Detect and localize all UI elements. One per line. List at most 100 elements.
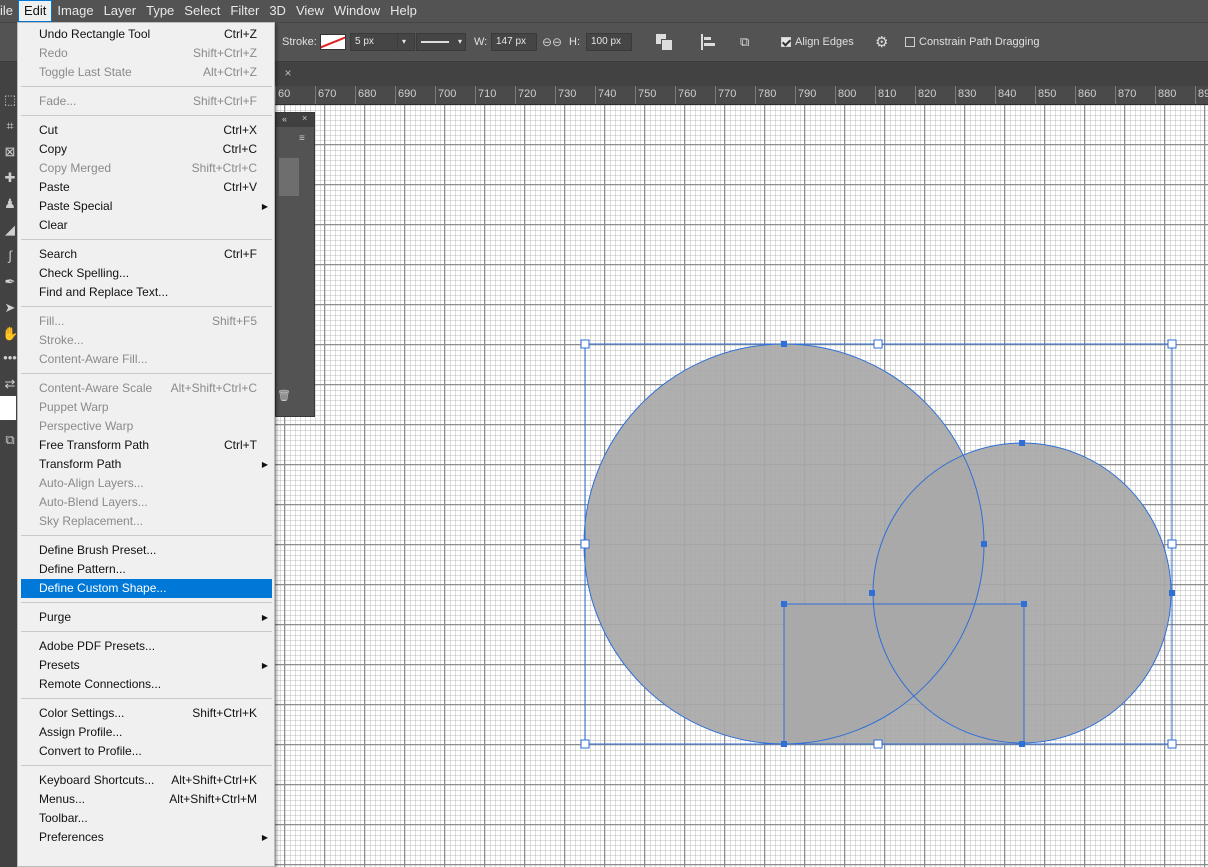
trash-icon[interactable]: 🗑 bbox=[277, 389, 291, 402]
menu-item-label: Transform Path bbox=[39, 457, 122, 471]
menu-item-shortcut: Ctrl+T bbox=[224, 438, 257, 452]
shape-layer[interactable] bbox=[275, 105, 1208, 867]
menu-select[interactable]: Select bbox=[179, 0, 225, 22]
more-icon[interactable]: ••• bbox=[2, 350, 18, 366]
menu-item-toolbar[interactable]: Toolbar... bbox=[21, 809, 272, 828]
menu-item-paste[interactable]: Paste Ctrl+V bbox=[21, 178, 272, 197]
gear-icon[interactable]: ⚙ bbox=[875, 33, 888, 51]
path-select-icon[interactable]: ➤ bbox=[2, 300, 18, 316]
menu-image[interactable]: Image bbox=[52, 0, 98, 22]
menu-item-transform-path[interactable]: Transform Path ▶ bbox=[21, 455, 272, 474]
menu-item-shortcut: Alt+Shift+Ctrl+K bbox=[171, 773, 257, 787]
pen-icon[interactable]: ✒ bbox=[2, 274, 18, 290]
stroke-width-input[interactable]: 5 px bbox=[350, 33, 398, 51]
menu-item-preferences[interactable]: Preferences ▶ bbox=[21, 828, 272, 847]
link-icon[interactable]: ⊖⊖ bbox=[542, 35, 562, 49]
marquee-icon[interactable]: ⬚ bbox=[2, 92, 18, 108]
ruler-label: 730 bbox=[558, 88, 577, 100]
menu-item-clear[interactable]: Clear bbox=[21, 216, 272, 235]
ruler-label: 770 bbox=[718, 88, 737, 100]
ruler-tick bbox=[955, 86, 956, 104]
stroke-color-swatch[interactable] bbox=[320, 34, 346, 50]
path-operations-icon[interactable] bbox=[656, 34, 673, 51]
panel-header: « × bbox=[276, 113, 314, 127]
menu-item-label: Free Transform Path bbox=[39, 438, 150, 452]
eraser-icon[interactable]: ◢ bbox=[2, 222, 18, 238]
ruler-tick bbox=[555, 86, 556, 104]
ruler-tick bbox=[835, 86, 836, 104]
menu-item-label: Copy Merged bbox=[39, 161, 112, 175]
menu-item-define-brush-preset[interactable]: Define Brush Preset... bbox=[21, 541, 272, 560]
menu-item-remote-connections[interactable]: Remote Connections... bbox=[21, 675, 272, 694]
menu-item-copy-merged: Copy Merged Shift+Ctrl+C bbox=[21, 159, 272, 178]
menu-item-free-transform-path[interactable]: Free Transform Path Ctrl+T bbox=[21, 436, 272, 455]
menu-item-cut[interactable]: Cut Ctrl+X bbox=[21, 121, 272, 140]
edit-menu: Undo Rectangle Tool Ctrl+Z Redo Shift+Ctrl+… bbox=[17, 22, 275, 867]
menu-item-color-settings[interactable]: Color Settings... Shift+Ctrl+K bbox=[21, 704, 272, 723]
menu-item-convert-to-profile[interactable]: Convert to Profile... bbox=[21, 742, 272, 761]
height-input[interactable]: 100 px bbox=[586, 33, 632, 51]
menu-item-paste-special[interactable]: Paste Special ▶ bbox=[21, 197, 272, 216]
ruler-tick bbox=[355, 86, 356, 104]
color-swatch-icon[interactable] bbox=[0, 396, 16, 420]
menu-item-keyboard-shortcuts[interactable]: Keyboard Shortcuts... Alt+Shift+Ctrl+K bbox=[21, 771, 272, 790]
ruler-label: 870 bbox=[1118, 88, 1137, 100]
menu-item-shortcut: Ctrl+Z bbox=[224, 27, 257, 41]
menu-view[interactable]: View bbox=[291, 0, 329, 22]
close-icon[interactable]: × bbox=[281, 66, 295, 80]
menu-ile[interactable]: ile bbox=[0, 0, 18, 22]
ruler-tick bbox=[395, 86, 396, 104]
close-icon[interactable]: × bbox=[302, 113, 307, 123]
crop-icon[interactable]: ⌗ bbox=[2, 118, 18, 134]
menu-separator bbox=[21, 765, 272, 766]
menu-item-undo-rectangle-tool[interactable]: Undo Rectangle Tool Ctrl+Z bbox=[21, 25, 272, 44]
menu-edit[interactable]: Edit bbox=[18, 0, 53, 22]
menu-item-label: Presets bbox=[39, 658, 80, 672]
document-canvas[interactable] bbox=[275, 105, 1208, 867]
panel-menu-icon[interactable]: ≡ bbox=[299, 133, 305, 144]
menu-item-menus[interactable]: Menus... Alt+Shift+Ctrl+M bbox=[21, 790, 272, 809]
menu-type[interactable]: Type bbox=[141, 0, 179, 22]
align-edges-checkbox[interactable] bbox=[781, 37, 791, 47]
screen-mode-icon[interactable]: ⧉ bbox=[2, 432, 18, 448]
menu-item-adobe-pdf-presets[interactable]: Adobe PDF Presets... bbox=[21, 637, 272, 656]
stamp-icon[interactable]: ♟ bbox=[2, 196, 18, 212]
menu-item-purge[interactable]: Purge ▶ bbox=[21, 608, 272, 627]
patch-icon[interactable]: ✚ bbox=[2, 170, 18, 186]
stroke-width-dropdown[interactable]: ▾ bbox=[398, 33, 415, 51]
menu-help[interactable]: Help bbox=[385, 0, 422, 22]
menu-item-copy[interactable]: Copy Ctrl+C bbox=[21, 140, 272, 159]
menu-filter[interactable]: Filter bbox=[225, 0, 264, 22]
menu-3d[interactable]: 3D bbox=[264, 0, 291, 22]
menu-layer[interactable]: Layer bbox=[99, 0, 142, 22]
ruler-tick bbox=[1115, 86, 1116, 104]
menu-item-find-and-replace-text[interactable]: Find and Replace Text... bbox=[21, 283, 272, 302]
menu-item-label: Toggle Last State bbox=[39, 65, 132, 79]
frame-icon[interactable]: ⊠ bbox=[2, 144, 18, 160]
menu-item-assign-profile[interactable]: Assign Profile... bbox=[21, 723, 272, 742]
menu-item-search[interactable]: Search Ctrl+F bbox=[21, 245, 272, 264]
submenu-arrow-icon: ▶ bbox=[261, 460, 268, 469]
swap-icon[interactable]: ⇄ bbox=[2, 376, 18, 392]
hand-icon[interactable]: ✋ bbox=[2, 326, 18, 342]
menu-item-sky-replacement: Sky Replacement... bbox=[21, 512, 272, 531]
constrain-path-checkbox[interactable] bbox=[905, 37, 915, 47]
height-label: H: bbox=[569, 36, 580, 48]
stroke-type-dropdown[interactable]: ▾ bbox=[416, 33, 466, 51]
ruler-tick bbox=[635, 86, 636, 104]
menu-window[interactable]: Window bbox=[329, 0, 385, 22]
panel-scrollbar[interactable] bbox=[279, 158, 299, 196]
menu-item-define-pattern[interactable]: Define Pattern... bbox=[21, 560, 272, 579]
ruler-label: 680 bbox=[358, 88, 377, 100]
menu-item-label: Menus... bbox=[39, 792, 86, 806]
ruler-tick bbox=[275, 86, 276, 104]
path-arrangement-icon[interactable]: ⧉ bbox=[740, 34, 760, 50]
menu-item-check-spelling[interactable]: Check Spelling... bbox=[21, 264, 272, 283]
menu-item-presets[interactable]: Presets ▶ bbox=[21, 656, 272, 675]
menu-item-define-custom-shape[interactable]: Define Custom Shape... bbox=[21, 579, 272, 598]
smudge-icon[interactable]: ∫ bbox=[2, 248, 18, 264]
collapse-icon[interactable]: « bbox=[282, 114, 287, 124]
menu-item-label: Preferences bbox=[39, 830, 104, 844]
width-input[interactable]: 147 px bbox=[491, 33, 537, 51]
path-alignment-icon[interactable] bbox=[700, 34, 716, 50]
